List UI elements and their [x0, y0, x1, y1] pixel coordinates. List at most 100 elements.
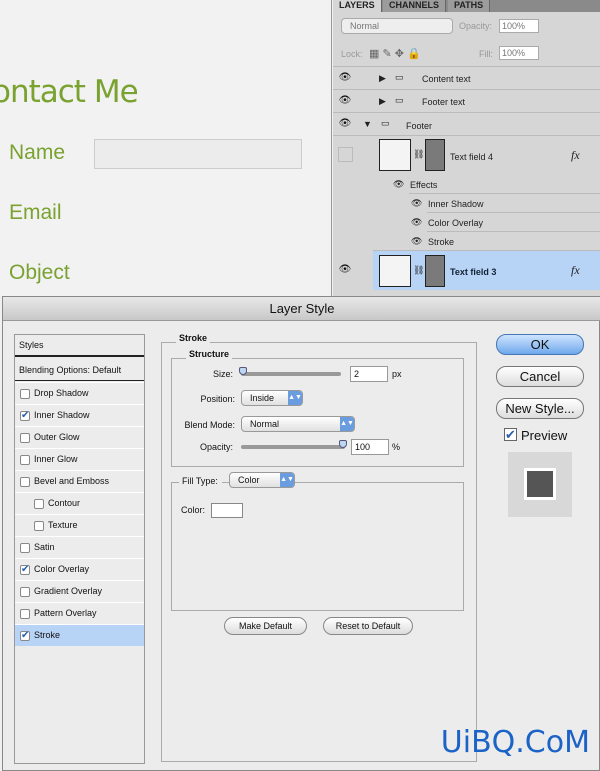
- blend-mode-select[interactable]: Normal ▲▼: [241, 416, 355, 432]
- checkbox[interactable]: [20, 543, 30, 553]
- fx-icon[interactable]: fx: [571, 263, 580, 278]
- name-field: [94, 139, 302, 169]
- expand-triangle-icon[interactable]: ▶: [379, 96, 386, 107]
- layer-text-field-3[interactable]: ⛓ Text field 3 fx: [373, 250, 600, 290]
- folder-icon: ▭: [381, 118, 390, 128]
- layer-name: Text field 3: [450, 267, 497, 277]
- lock-icons[interactable]: ▦ ✎ ✥ 🔒: [369, 47, 421, 60]
- opacity-label: Opacity:: [459, 21, 493, 31]
- style-label: Stroke: [34, 630, 61, 640]
- size-slider-knob[interactable]: [239, 367, 247, 375]
- tab-layers[interactable]: LAYERS: [333, 0, 382, 12]
- checkbox[interactable]: [34, 521, 44, 531]
- make-default-button[interactable]: Make Default: [224, 617, 307, 635]
- color-swatch[interactable]: [211, 503, 243, 518]
- eye-icon[interactable]: 👁: [411, 217, 422, 228]
- updown-arrow-icon: ▲▼: [340, 417, 354, 431]
- style-label: Drop Shadow: [34, 388, 89, 398]
- effects-label: Effects: [410, 180, 438, 190]
- effect-inner-shadow[interactable]: 👁 Inner Shadow: [409, 193, 600, 212]
- checkbox[interactable]: [20, 609, 30, 619]
- opacity-slider-knob[interactable]: [339, 440, 347, 448]
- eye-icon[interactable]: 👁: [393, 179, 404, 190]
- layer-footer-text[interactable]: 👁 ▶ ▭ Footer text: [333, 89, 600, 112]
- cancel-button[interactable]: Cancel: [496, 366, 584, 387]
- style-item-inner-glow[interactable]: Inner Glow: [15, 448, 144, 470]
- opacity-label: Opacity:: [199, 442, 233, 452]
- style-item-bevel-and-emboss[interactable]: Bevel and Emboss: [15, 470, 144, 492]
- style-item-contour[interactable]: Contour: [15, 492, 144, 514]
- checkbox[interactable]: ✔: [20, 631, 30, 641]
- color-label: Color:: [181, 505, 206, 515]
- ok-button[interactable]: OK: [496, 334, 584, 355]
- tab-channels[interactable]: CHANNELS: [383, 0, 447, 12]
- style-item-stroke[interactable]: ✔ Stroke: [15, 624, 144, 646]
- checkbox[interactable]: [20, 455, 30, 465]
- position-value: Inside: [250, 393, 275, 403]
- checkbox[interactable]: [20, 587, 30, 597]
- fill-input[interactable]: 100%: [499, 46, 539, 60]
- page-heading: ontact Me: [0, 74, 139, 110]
- preview-label: Preview: [521, 428, 568, 443]
- opacity-input[interactable]: 100%: [499, 19, 539, 33]
- style-item-inner-shadow[interactable]: ✔ Inner Shadow: [15, 404, 144, 426]
- eye-icon[interactable]: 👁: [411, 198, 422, 209]
- preview-swatch: [508, 452, 572, 517]
- opacity-slider[interactable]: [241, 445, 345, 449]
- layer-footer[interactable]: 👁 ▼ ▭ Footer: [333, 112, 600, 135]
- eye-icon[interactable]: 👁: [337, 93, 353, 109]
- eye-icon[interactable]: 👁: [337, 70, 353, 86]
- new-style-button[interactable]: New Style...: [496, 398, 584, 419]
- preview-square: [524, 468, 556, 500]
- style-label: Pattern Overlay: [34, 608, 97, 618]
- style-item-color-overlay[interactable]: ✔ Color Overlay: [15, 558, 144, 580]
- style-item-pattern-overlay[interactable]: Pattern Overlay: [15, 602, 144, 624]
- checkbox[interactable]: [20, 389, 30, 399]
- style-item-drop-shadow[interactable]: Drop Shadow: [15, 382, 144, 404]
- collapse-triangle-icon[interactable]: ▼: [363, 119, 372, 129]
- size-slider[interactable]: [241, 372, 341, 376]
- style-item-texture[interactable]: Texture: [15, 514, 144, 536]
- checkbox[interactable]: [20, 433, 30, 443]
- checkbox[interactable]: [34, 499, 44, 509]
- effect-stroke[interactable]: 👁 Stroke: [411, 231, 600, 250]
- style-item-outer-glow[interactable]: Outer Glow: [15, 426, 144, 448]
- checkbox[interactable]: ✔: [20, 565, 30, 575]
- checkbox[interactable]: [20, 477, 30, 487]
- checkbox[interactable]: ✔: [20, 411, 30, 421]
- updown-arrow-icon: ▲▼: [288, 391, 302, 405]
- watermark-logo: UiBQ.CoM: [440, 725, 590, 760]
- blend-mode-value: Normal: [250, 419, 280, 429]
- opacity-input[interactable]: 100: [351, 439, 389, 455]
- effect-name: Stroke: [428, 237, 455, 247]
- effect-color-overlay[interactable]: 👁 Color Overlay: [411, 212, 600, 231]
- styles-header[interactable]: Styles: [15, 335, 144, 357]
- expand-triangle-icon[interactable]: ▶: [379, 73, 386, 84]
- fx-icon[interactable]: fx: [571, 148, 580, 163]
- email-label: Email: [9, 201, 62, 224]
- style-label: Inner Shadow: [34, 410, 90, 420]
- style-item-gradient-overlay[interactable]: Gradient Overlay: [15, 580, 144, 602]
- layer-content-text[interactable]: 👁 ▶ ▭ Content text: [333, 66, 600, 89]
- tab-paths[interactable]: PATHS: [448, 0, 491, 12]
- reset-to-default-button[interactable]: Reset to Default: [323, 617, 413, 635]
- eye-icon[interactable]: 👁: [337, 116, 353, 132]
- style-label: Bevel and Emboss: [34, 476, 110, 486]
- blending-options[interactable]: Blending Options: Default: [15, 359, 144, 381]
- style-item-satin[interactable]: Satin: [15, 536, 144, 558]
- updown-arrow-icon: ▲▼: [280, 473, 294, 487]
- position-select[interactable]: Inside ▲▼: [241, 390, 303, 406]
- size-input[interactable]: 2: [350, 366, 388, 382]
- layer-text-field-4[interactable]: ⛓ Text field 4 fx: [333, 135, 600, 173]
- eye-icon[interactable]: 👁: [337, 262, 353, 278]
- preview-checkbox[interactable]: ✔: [504, 428, 517, 441]
- blend-mode-select[interactable]: Normal: [341, 18, 453, 34]
- mask-thumbnail: [425, 139, 445, 171]
- visibility-toggle-off[interactable]: [338, 147, 353, 162]
- fill-type-select[interactable]: Color ▲▼: [229, 472, 295, 488]
- style-label: Inner Glow: [34, 454, 78, 464]
- layer-style-dialog: Layer Style Styles Blending Options: Def…: [2, 296, 600, 771]
- style-label: Texture: [48, 520, 78, 530]
- effects-row[interactable]: 👁 Effects: [333, 173, 600, 193]
- eye-icon[interactable]: 👁: [411, 236, 422, 247]
